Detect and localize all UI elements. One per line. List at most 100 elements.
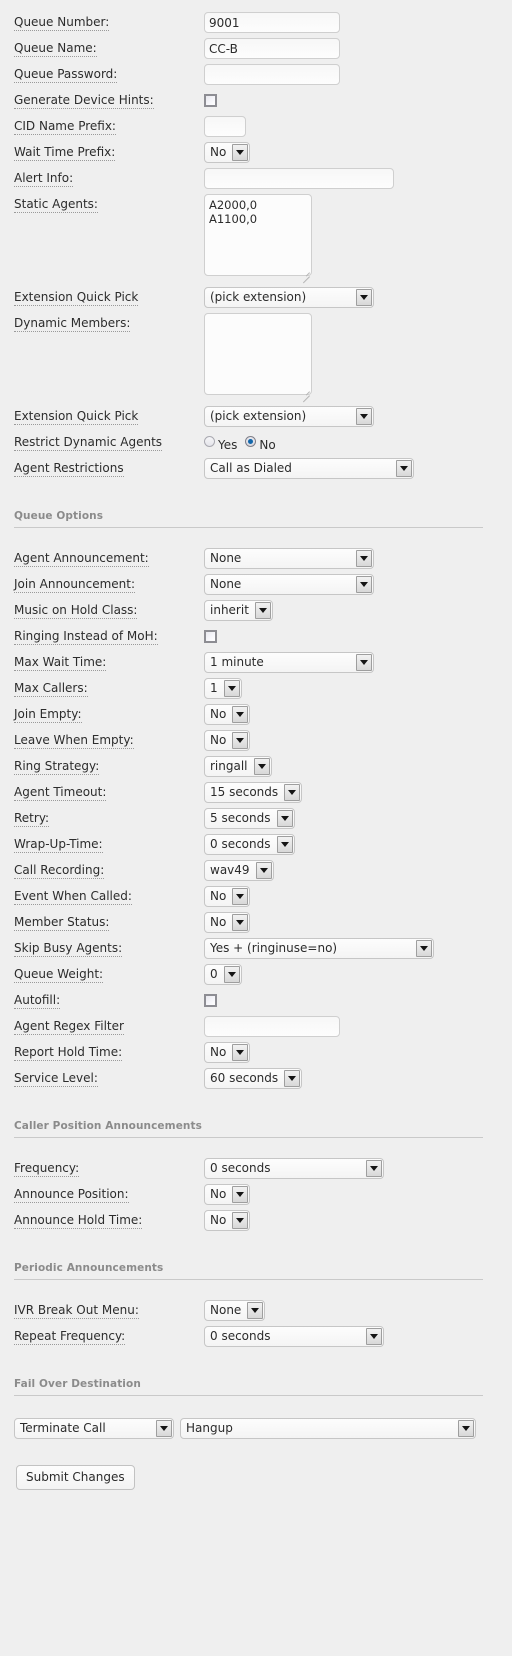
chevron-down-icon[interactable] — [232, 1186, 249, 1203]
announce-position-value: No — [210, 1187, 227, 1201]
chevron-down-icon[interactable] — [366, 1160, 382, 1177]
announce-position-select[interactable]: No — [204, 1184, 251, 1205]
agent-regex-filter-input[interactable] — [204, 1016, 340, 1037]
chevron-down-icon[interactable] — [276, 836, 293, 853]
wait-time-prefix-select[interactable]: No — [204, 142, 251, 163]
label-generate-device-hints: Generate Device Hints: — [14, 93, 154, 109]
chevron-down-icon[interactable] — [255, 862, 272, 879]
alert-info-input[interactable] — [204, 168, 394, 189]
chevron-down-icon[interactable] — [223, 966, 240, 983]
chevron-down-icon[interactable] — [356, 550, 372, 567]
report-hold-time-select[interactable]: No — [204, 1042, 251, 1063]
agent-restrictions-select[interactable]: Call as Dialed — [204, 458, 414, 479]
radio-no-icon[interactable] — [245, 436, 257, 447]
chevron-down-icon[interactable] — [356, 654, 372, 671]
row-repeat-frequency: Repeat Frequency: 0 seconds — [0, 1324, 512, 1350]
ring-strategy-select[interactable]: ringall — [204, 756, 272, 777]
label-extension-quick-pick-2: Extension Quick Pick — [14, 409, 139, 425]
service-level-select[interactable]: 60 seconds — [204, 1068, 303, 1089]
extension-quick-pick-2-select[interactable]: (pick extension) — [204, 406, 374, 427]
chevron-down-icon[interactable] — [232, 914, 249, 931]
extension-quick-pick-2-value: (pick extension) — [210, 409, 307, 423]
chevron-down-icon[interactable] — [284, 784, 301, 801]
top-fields-group: Queue Number: Queue Name: Queue Password: G… — [0, 10, 512, 192]
chevron-down-icon[interactable] — [232, 888, 249, 905]
call-recording-select[interactable]: wav49 — [204, 860, 274, 881]
static-agents-textarea[interactable] — [204, 194, 312, 276]
radio-yes-icon[interactable] — [204, 436, 215, 447]
repeat-frequency-select[interactable]: 0 seconds — [204, 1326, 384, 1347]
join-announcement-select[interactable]: None — [204, 574, 374, 595]
chevron-down-icon[interactable] — [416, 940, 432, 957]
autofill-checkbox[interactable] — [204, 994, 217, 1007]
queue-options-group: Agent Announcement: None Join Announcement… — [0, 546, 512, 1092]
agent-announcement-select[interactable]: None — [204, 548, 374, 569]
failover-destination-target-value: Hangup — [186, 1421, 233, 1435]
chevron-down-icon[interactable] — [366, 1328, 382, 1345]
label-skip-busy-agents: Skip Busy Agents: — [14, 941, 123, 957]
chevron-down-icon[interactable] — [223, 680, 240, 697]
chevron-down-icon[interactable] — [356, 289, 372, 306]
section-fail-over-destination: Fail Over Destination — [0, 1364, 512, 1396]
skip-busy-agents-select[interactable]: Yes + (ringinuse=no) — [204, 938, 434, 959]
row-max-callers: Max Callers: 1 — [0, 676, 512, 702]
chevron-down-icon[interactable] — [232, 732, 249, 749]
row-service-level: Service Level: 60 seconds — [0, 1066, 512, 1092]
chevron-down-icon[interactable] — [284, 1070, 301, 1087]
chevron-down-icon[interactable] — [396, 460, 412, 477]
chevron-down-icon[interactable] — [254, 602, 271, 619]
chevron-down-icon[interactable] — [356, 576, 372, 593]
section-caller-position-announcements: Caller Position Announcements — [0, 1106, 512, 1138]
chevron-down-icon[interactable] — [232, 1212, 249, 1229]
generate-device-hints-checkbox[interactable] — [204, 94, 217, 107]
chevron-down-icon[interactable] — [232, 1044, 249, 1061]
chevron-down-icon[interactable] — [276, 810, 293, 827]
member-status-select[interactable]: No — [204, 912, 251, 933]
queue-number-input[interactable] — [204, 12, 340, 33]
failover-destination-type-select[interactable]: Terminate Call — [14, 1418, 174, 1439]
dynamic-members-textarea[interactable] — [204, 313, 312, 395]
row-queue-weight: Queue Weight: 0 — [0, 962, 512, 988]
announce-hold-time-value: No — [210, 1213, 227, 1227]
max-callers-select[interactable]: 1 — [204, 678, 242, 699]
queue-password-input[interactable] — [204, 64, 340, 85]
label-event-when-called: Event When Called: — [14, 889, 132, 905]
ringing-instead-of-moh-checkbox[interactable] — [204, 630, 217, 643]
max-wait-time-select[interactable]: 1 minute — [204, 652, 374, 673]
agent-timeout-select[interactable]: 15 seconds — [204, 782, 303, 803]
chevron-down-icon[interactable] — [232, 144, 249, 161]
dynamic-members-textarea-wrap — [204, 313, 312, 403]
radio-option-yes[interactable]: Yes — [204, 435, 237, 452]
ivr-break-out-menu-select[interactable]: None — [204, 1300, 266, 1321]
extension-quick-pick-1-select[interactable]: (pick extension) — [204, 287, 374, 308]
queue-name-input[interactable] — [204, 38, 340, 59]
label-announce-hold-time: Announce Hold Time: — [14, 1213, 143, 1229]
label-join-announcement: Join Announcement: — [14, 577, 136, 593]
row-event-when-called: Event When Called: No — [0, 884, 512, 910]
music-on-hold-class-select[interactable]: inherit — [204, 600, 273, 621]
member-status-value: No — [210, 915, 227, 929]
cid-name-prefix-input[interactable] — [204, 116, 246, 137]
row-leave-when-empty: Leave When Empty: No — [0, 728, 512, 754]
chevron-down-icon[interactable] — [156, 1420, 172, 1437]
queue-weight-select[interactable]: 0 — [204, 964, 242, 985]
radio-option-no[interactable]: No — [245, 435, 276, 452]
chevron-down-icon[interactable] — [356, 408, 372, 425]
retry-select[interactable]: 5 seconds — [204, 808, 295, 829]
event-when-called-select[interactable]: No — [204, 886, 251, 907]
join-empty-select[interactable]: No — [204, 704, 251, 725]
label-queue-number: Queue Number: — [14, 15, 110, 31]
failover-destination-target-select[interactable]: Hangup — [180, 1418, 476, 1439]
frequency-select[interactable]: 0 seconds — [204, 1158, 384, 1179]
chevron-down-icon[interactable] — [458, 1420, 474, 1437]
announce-hold-time-select[interactable]: No — [204, 1210, 251, 1231]
chevron-down-icon[interactable] — [253, 758, 270, 775]
wrap-up-time-select[interactable]: 0 seconds — [204, 834, 295, 855]
chevron-down-icon[interactable] — [232, 706, 249, 723]
section-title-failover: Fail Over Destination — [14, 1378, 141, 1390]
submit-changes-button[interactable]: Submit Changes — [16, 1465, 135, 1490]
chevron-down-icon[interactable] — [247, 1302, 264, 1319]
leave-when-empty-select[interactable]: No — [204, 730, 251, 751]
row-ring-strategy: Ring Strategy: ringall — [0, 754, 512, 780]
label-frequency: Frequency: — [14, 1161, 80, 1177]
